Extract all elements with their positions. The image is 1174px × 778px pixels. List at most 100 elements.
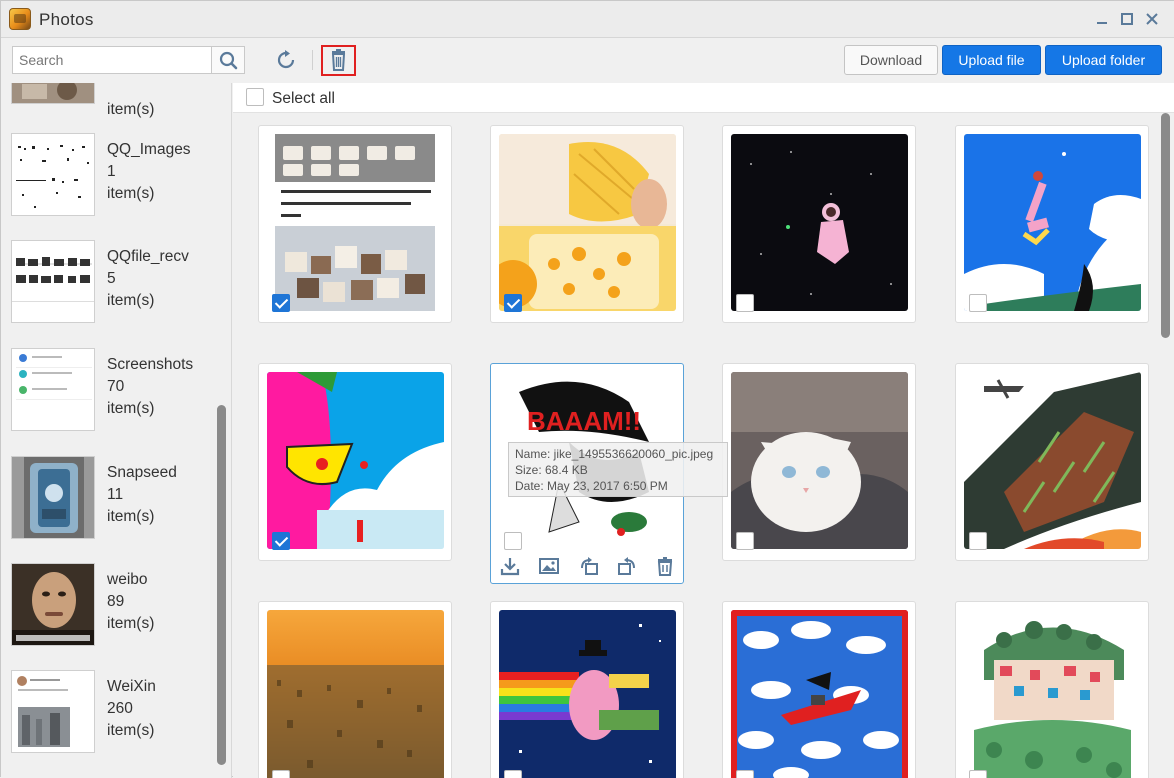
delete-button[interactable] [321, 45, 356, 76]
title-bar: Photos [1, 1, 1174, 38]
album-info: QQfile_recv 5 item(s) [107, 246, 189, 312]
album-count-unit: item(s) [107, 508, 155, 525]
album-name: QQ_Images [107, 141, 191, 158]
photo-thumbnail [499, 134, 676, 311]
refresh-button[interactable] [274, 48, 300, 74]
photo-card[interactable] [722, 125, 916, 323]
album-count-unit: item(s) [107, 101, 155, 118]
album-name: QQfile_recv [107, 248, 189, 265]
photo-checkbox[interactable] [736, 294, 754, 312]
rotate-right-icon[interactable] [616, 556, 638, 576]
photo-card[interactable] [258, 125, 452, 323]
photo-card[interactable] [722, 601, 916, 778]
toolbar-divider [312, 50, 313, 70]
photo-thumbnail [731, 610, 908, 778]
tooltip-size: Size: 68.4 KB [515, 463, 588, 477]
toolbar: Download Upload file Upload folder [1, 38, 1174, 83]
upload-folder-button[interactable]: Upload folder [1045, 45, 1162, 75]
photo-thumbnail [964, 134, 1141, 311]
album-info: weibo 89 item(s) [107, 569, 154, 635]
album-thumbnail [11, 240, 95, 323]
album-count: 260 [107, 700, 133, 717]
rotate-left-icon[interactable] [578, 556, 600, 576]
search-input[interactable] [13, 47, 203, 73]
album-item-snapseed[interactable]: Snapseed 11 item(s) [11, 456, 211, 542]
album-thumbnail [11, 670, 95, 753]
photo-checkbox[interactable] [969, 294, 987, 312]
album-info: QQ_Images 1 item(s) [107, 139, 191, 205]
album-count-unit: item(s) [107, 722, 155, 739]
album-info: Screenshots 70 item(s) [107, 354, 193, 420]
window-title: Photos [39, 10, 94, 29]
photo-card[interactable] [490, 601, 684, 778]
album-name: Snapseed [107, 464, 177, 481]
album-sidebar: item(s) QQ_Images 1 item(s) QQfile_recv … [1, 83, 232, 778]
photo-actions [491, 552, 683, 580]
album-thumbnail [11, 133, 95, 216]
album-count: 1 [107, 163, 116, 180]
album-item-weixin[interactable]: WeiXin 260 item(s) [11, 670, 211, 756]
photos-window: Photos Search Download Upload file Uploa… [0, 0, 1174, 778]
album-item[interactable]: item(s) [11, 83, 211, 118]
photo-thumbnail [267, 134, 444, 311]
album-name: Screenshots [107, 356, 194, 373]
album-item-screenshots[interactable]: Screenshots 70 item(s) [11, 348, 211, 434]
refresh-icon [277, 50, 295, 69]
photo-card[interactable] [258, 363, 452, 561]
upload-file-button[interactable]: Upload file [942, 45, 1041, 75]
album-name: weibo [107, 571, 148, 588]
search-icon [219, 51, 238, 70]
photo-checkbox[interactable] [272, 294, 290, 312]
album-count: 5 [107, 270, 116, 287]
trash-icon [331, 49, 346, 71]
sidebar-scrollbar[interactable] [217, 405, 226, 765]
delete-photo-icon[interactable] [654, 556, 676, 576]
album-item-qqfile-recv[interactable]: QQfile_recv 5 item(s) [11, 240, 211, 326]
album-thumbnail [11, 83, 95, 104]
svg-text:BAAAM!!: BAAAM!! [527, 406, 641, 436]
photo-thumbnail [731, 372, 908, 549]
download-icon[interactable] [499, 556, 521, 576]
select-all-checkbox[interactable] [246, 88, 264, 106]
album-thumbnail [11, 456, 95, 539]
album-count: 70 [107, 378, 125, 395]
minimize-icon[interactable] [1093, 10, 1111, 28]
photo-card[interactable] [955, 601, 1149, 778]
album-thumbnail [11, 563, 95, 646]
maximize-icon[interactable] [1118, 10, 1136, 28]
photo-checkbox[interactable] [272, 532, 290, 550]
photo-card[interactable] [258, 601, 452, 778]
album-count-unit: item(s) [107, 615, 155, 632]
photo-card[interactable] [955, 125, 1149, 323]
close-icon[interactable] [1143, 10, 1161, 28]
photos-app-icon [9, 8, 31, 30]
album-item-weibo[interactable]: weibo 89 item(s) [11, 563, 211, 649]
grid-scrollbar[interactable] [1161, 113, 1170, 338]
search-box [12, 46, 212, 74]
photo-card[interactable] [490, 125, 684, 323]
album-count-unit: item(s) [107, 400, 155, 417]
download-button[interactable]: Download [844, 45, 938, 75]
photo-thumbnail [267, 372, 444, 549]
tooltip-date: Date: May 23, 2017 6:50 PM [515, 479, 668, 493]
album-thumbnail [11, 348, 95, 431]
photo-checkbox[interactable] [504, 532, 522, 550]
search-button[interactable] [211, 46, 245, 74]
album-item-qq-images[interactable]: QQ_Images 1 item(s) [11, 133, 211, 219]
photo-card[interactable] [955, 363, 1149, 561]
album-name: WeiXin [107, 678, 156, 695]
photo-card[interactable] [722, 363, 916, 561]
image-view-icon[interactable] [538, 556, 560, 576]
photo-thumbnail [964, 610, 1141, 778]
album-info: Snapseed 11 item(s) [107, 462, 177, 528]
photo-checkbox[interactable] [504, 294, 522, 312]
photo-thumbnail [731, 134, 908, 311]
photo-checkbox[interactable] [969, 532, 987, 550]
photo-info-tooltip: Name: jike_1495536620060_pic.jpeg Size: … [508, 442, 728, 497]
photo-thumbnail [267, 610, 444, 778]
select-all-bar: Select all [233, 83, 1174, 113]
photo-checkbox[interactable] [736, 532, 754, 550]
album-count-unit: item(s) [107, 185, 155, 202]
album-count-unit: item(s) [107, 292, 155, 309]
tooltip-name: Name: jike_1495536620060_pic.jpeg [515, 447, 714, 461]
